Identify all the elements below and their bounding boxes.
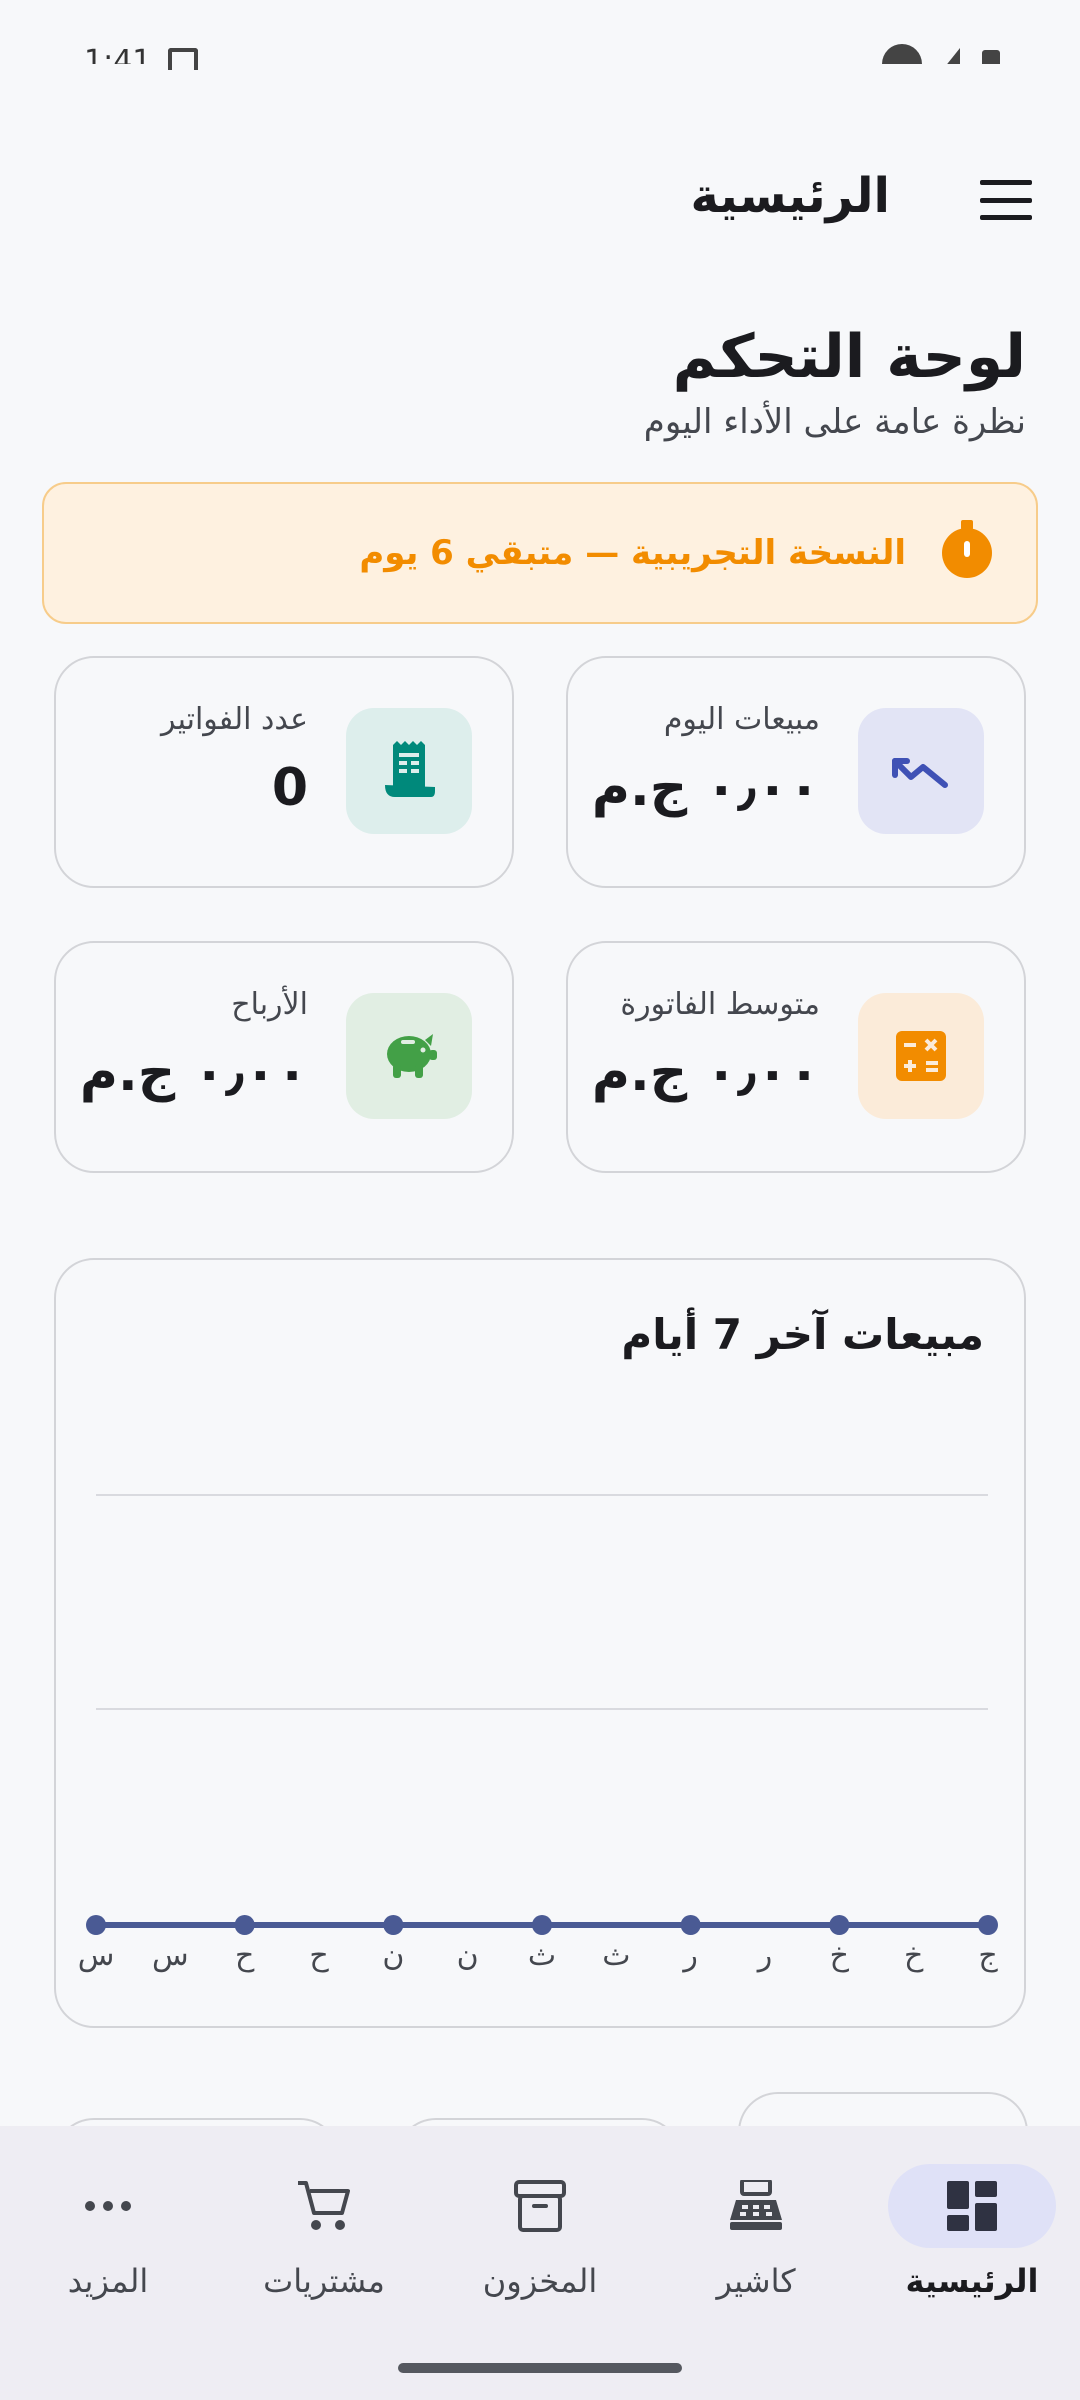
nav-item-purchases[interactable]: مشتريات — [216, 2126, 432, 2326]
chart-x-tick-label: ح — [235, 1938, 255, 1973]
cart-icon — [240, 2164, 408, 2248]
wifi-icon — [882, 44, 922, 64]
stat-label: عدد الفواتير — [161, 702, 308, 737]
stat-card-invoice-count[interactable]: عدد الفواتير 0 — [54, 656, 514, 888]
receipt-icon — [346, 708, 472, 834]
stat-value: ٠٫٠٠ ج.م — [591, 758, 820, 818]
chart-point[interactable] — [383, 1915, 404, 1935]
more-horiz-icon — [24, 2164, 192, 2248]
stat-value: ٠٫٠٠ ج.م — [79, 1043, 308, 1103]
chart-point[interactable] — [978, 1915, 998, 1935]
nav-item-more[interactable]: المزيد — [0, 2126, 216, 2326]
nav-label: المخزون — [482, 2262, 598, 2300]
nav-label: المزيد — [67, 2262, 149, 2300]
signal-icon — [944, 48, 960, 64]
sales-line-chart: جخخررثثننححسس — [78, 1494, 998, 1973]
menu-icon[interactable] — [980, 180, 1032, 220]
chart-x-tick-label: ث — [602, 1938, 630, 1973]
app-bar-title: الرئيسية — [690, 168, 891, 224]
chart-x-tick-label: ن — [382, 1938, 404, 1973]
chart-x-tick-label: ر — [756, 1938, 773, 1973]
chart-x-tick-label: س — [152, 1938, 189, 1973]
nav-label: الرئيسية — [905, 2262, 1039, 2300]
stat-card-avg-invoice[interactable]: متوسط الفاتورة ٠٫٠٠ ج.م — [566, 941, 1026, 1173]
battery-icon — [982, 50, 1000, 64]
chart-x-tick-label: ج — [978, 1938, 998, 1973]
inventory-box-icon — [456, 2164, 624, 2248]
bottom-navigation: الرئيسية كاشير المخزون مشتريات المزيد — [0, 2126, 1080, 2400]
cash-register-icon — [672, 2164, 840, 2248]
chart-point[interactable] — [532, 1915, 552, 1935]
stat-card-profits[interactable]: الأرباح ٠٫٠٠ ج.م — [54, 941, 514, 1173]
app-bar: الرئيسية — [0, 150, 1080, 250]
trial-banner-text: النسخة التجريبية — متبقي 6 يوم — [359, 533, 906, 573]
chart-point[interactable] — [86, 1915, 106, 1935]
chart-x-tick-label: ح — [309, 1938, 329, 1973]
chart-x-tick-label: ن — [457, 1938, 479, 1973]
trial-banner[interactable]: النسخة التجريبية — متبقي 6 يوم — [42, 482, 1038, 624]
sales-chart-card: مبيعات آخر 7 أيام جخخررثثننححسس — [54, 1258, 1026, 2028]
status-time: 1:41 — [84, 44, 152, 64]
nav-item-cashier[interactable]: كاشير — [648, 2126, 864, 2326]
home-indicator[interactable] — [398, 2363, 682, 2373]
nav-label: كاشير — [716, 2262, 796, 2300]
status-icons — [882, 44, 1000, 64]
chart-point[interactable] — [829, 1915, 850, 1935]
calculator-icon — [858, 993, 984, 1119]
piggy-bank-icon — [346, 993, 472, 1119]
chart-x-tick-label: س — [78, 1938, 115, 1973]
chart-x-tick-label: خ — [904, 1938, 924, 1973]
stat-value: ٠٫٠٠ ج.م — [591, 1043, 820, 1103]
chart-point[interactable] — [680, 1915, 701, 1935]
stat-label: مبيعات اليوم — [663, 702, 820, 737]
nav-item-home[interactable]: الرئيسية — [864, 2126, 1080, 2326]
stat-label: متوسط الفاتورة — [620, 987, 820, 1022]
stat-value: 0 — [271, 758, 308, 818]
timer-icon — [942, 520, 992, 578]
stat-label: الأرباح — [231, 987, 308, 1022]
nav-label: مشتريات — [263, 2262, 385, 2300]
stat-card-today-sales[interactable]: مبيعات اليوم ٠٫٠٠ ج.م — [566, 656, 1026, 888]
chart-x-tick-label: ث — [528, 1938, 556, 1973]
dashboard-icon — [888, 2164, 1056, 2248]
nav-item-inventory[interactable]: المخزون — [432, 2126, 648, 2326]
notification-icon — [168, 48, 198, 70]
status-bar: 1:41 — [0, 0, 1080, 90]
chart-x-tick-label: خ — [830, 1938, 850, 1973]
chart-x-tick-label: ر — [681, 1938, 698, 1973]
page-title: لوحة التحكم — [672, 322, 1026, 392]
page-subtitle: نظرة عامة على الأداء اليوم — [643, 402, 1026, 442]
chart-point[interactable] — [234, 1915, 255, 1935]
trending-up-icon — [858, 708, 984, 834]
